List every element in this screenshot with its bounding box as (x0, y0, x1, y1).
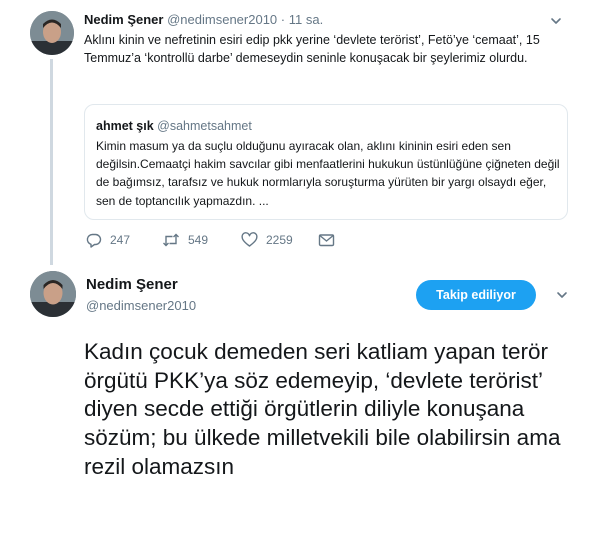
reply-count: 247 (110, 233, 131, 247)
quoted-author-handle: @sahmetsahmet (157, 119, 252, 133)
tweet-timestamp[interactable]: 11 sa. (289, 12, 323, 27)
reply-button[interactable]: 247 (86, 232, 130, 248)
tweet-text: Kadın çocuk demeden seri katliam yapan t… (84, 339, 561, 479)
quoted-tweet[interactable]: ahmet şık @sahmetsahmet Kimin masum ya d… (84, 104, 568, 220)
like-count: 2259 (266, 233, 293, 247)
reply-icon (86, 233, 102, 248)
author-handle[interactable]: @nedimsener2010 (167, 12, 277, 27)
like-icon (241, 232, 258, 247)
following-button[interactable]: Takip ediliyor (416, 280, 536, 310)
chevron-down-icon[interactable] (556, 290, 568, 300)
chevron-down-icon[interactable] (550, 16, 562, 26)
retweet-count: 549 (188, 233, 209, 247)
quoted-tweet-text: Kimin masum ya da suçlu olduğunu ayıraca… (96, 139, 560, 208)
direct-message-button[interactable] (318, 232, 335, 248)
author-name[interactable]: Nedim Şener (86, 276, 178, 293)
retweet-icon (163, 233, 179, 247)
thread-connector (50, 59, 53, 265)
avatar[interactable] (30, 11, 74, 55)
tweet-actions: 247 549 2259 (84, 232, 564, 252)
author-name[interactable]: Nedim Şener (84, 12, 163, 27)
tweet-header: Nedim Şener @nedimsener2010 · 11 sa. (84, 12, 323, 27)
avatar[interactable] (30, 271, 76, 317)
retweet-button[interactable]: 549 (162, 232, 208, 248)
tweet-text: Aklını kinin ve nefretinin esiri edip pk… (84, 33, 540, 65)
like-button[interactable]: 2259 (241, 232, 293, 248)
quoted-tweet-header: ahmet şık @sahmetsahmet (96, 119, 252, 133)
author-handle[interactable]: @nedimsener2010 (86, 298, 196, 313)
separator-dot: · (280, 12, 286, 27)
quoted-author-name: ahmet şık (96, 119, 154, 133)
message-icon (318, 234, 335, 247)
